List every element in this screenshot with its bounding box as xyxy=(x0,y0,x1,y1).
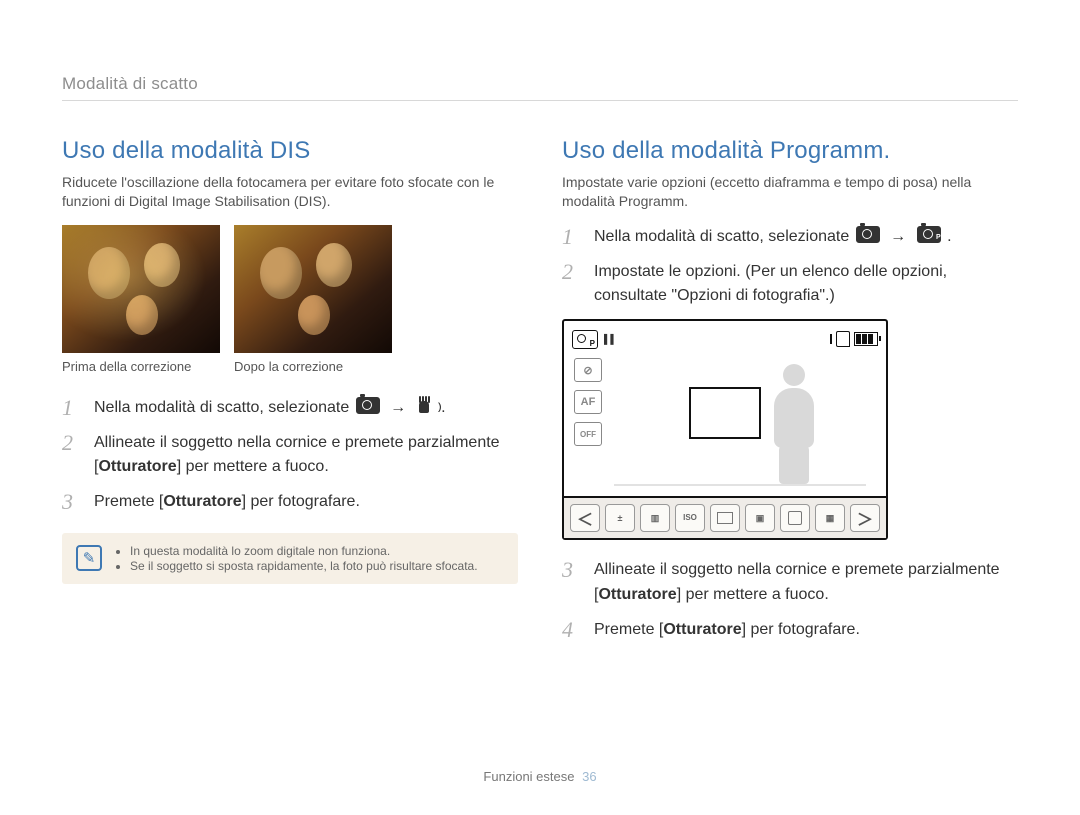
step-prefix: Nella modalità di scatto, selezionate xyxy=(94,399,354,416)
rec-indicator-icon: ▌▌ xyxy=(604,334,617,344)
right-intro: Impostate varie opzioni (eccetto diafram… xyxy=(562,173,1018,211)
left-title: Uso della modalità DIS xyxy=(62,137,518,165)
shutter-label: Otturatore xyxy=(598,586,676,603)
battery-icon xyxy=(854,332,878,346)
battery-status xyxy=(830,331,878,347)
note-item: Se il soggetto si sposta rapidamente, la… xyxy=(130,559,478,573)
step-text: Nella modalità di scatto, selezionate → … xyxy=(594,225,952,250)
toolbar-iso-icon: ISO xyxy=(675,504,705,532)
mode-badge-icon: P xyxy=(572,330,598,349)
camera-icon xyxy=(356,397,380,414)
photo-after xyxy=(234,225,392,353)
shutter-label: Otturatore xyxy=(663,621,741,638)
left-step-3: 3 Premete [Otturatore] per fotografare. xyxy=(62,490,518,515)
left-step-2: 2 Allineate il soggetto nella cornice e … xyxy=(62,431,518,481)
lcd-statusbar: P ▌▌ xyxy=(564,321,886,352)
step-text: Premete [Otturatore] per fotografare. xyxy=(594,618,860,643)
note-box: ✎ In questa modalità lo zoom digitale no… xyxy=(62,533,518,584)
af-mode-icon: AF xyxy=(574,390,602,414)
step-text: Nella modalità di scatto, selezionate → … xyxy=(94,396,446,421)
step-suffix: . xyxy=(441,399,445,416)
toolbar-focus-icon: ▦ xyxy=(815,504,845,532)
step-text: Allineate il soggetto nella cornice e pr… xyxy=(94,431,518,481)
step-text: Allineate il soggetto nella cornice e pr… xyxy=(594,558,1018,608)
toolbar-size-icon xyxy=(710,504,740,532)
step-number: 2 xyxy=(562,260,580,284)
note-icon: ✎ xyxy=(76,545,102,571)
footer-label: Funzioni estese xyxy=(483,769,574,784)
lcd-toolbar: ＜ ± ▥ ISO ▣ ▦ ＞ xyxy=(564,496,886,538)
page-number: 36 xyxy=(582,769,596,784)
left-step-1: 1 Nella modalità di scatto, selezionate … xyxy=(62,396,518,421)
photo-before xyxy=(62,225,220,353)
note-item: In questa modalità lo zoom digitale non … xyxy=(130,544,478,558)
step-text: Impostate le opzioni. (Per un elenco del… xyxy=(594,260,1018,310)
right-steps-bottom: 3 Allineate il soggetto nella cornice e … xyxy=(562,558,1018,642)
step-number: 1 xyxy=(562,225,580,249)
left-intro: Riducete l'oscillazione della fotocamera… xyxy=(62,173,518,211)
subject-silhouette-icon xyxy=(764,364,824,484)
caption-before: Prima della correzione xyxy=(62,359,220,374)
right-steps-top: 1 Nella modalità di scatto, selezionate … xyxy=(562,225,1018,309)
right-title: Uso della modalità Programm. xyxy=(562,137,1018,165)
breadcrumb: Modalità di scatto xyxy=(62,74,1018,101)
step-suffix: . xyxy=(947,228,951,245)
lcd-viewfinder: ⊘ AF OFF xyxy=(564,352,886,496)
page: Modalità di scatto Uso della modalità DI… xyxy=(0,0,1080,815)
right-step-1: 1 Nella modalità di scatto, selezionate … xyxy=(562,225,1018,250)
toolbar-drive-icon: ▣ xyxy=(745,504,775,532)
photo-row xyxy=(62,225,518,353)
caption-after: Dopo la correzione xyxy=(234,359,392,374)
shutter-label: Otturatore xyxy=(163,493,241,510)
left-column: Uso della modalità DIS Riducete l'oscill… xyxy=(62,137,518,653)
sd-card-icon xyxy=(836,331,850,347)
flash-off-icon: ⊘ xyxy=(574,358,602,382)
toolbar-face-icon xyxy=(780,504,810,532)
camera-p-icon: P xyxy=(917,226,941,243)
timer-off-icon: OFF xyxy=(574,422,602,446)
toolbar-ev-icon: ± xyxy=(605,504,635,532)
note-list: In questa modalità lo zoom digitale non … xyxy=(116,543,478,574)
step-number: 3 xyxy=(62,490,80,514)
step-text: Premete [Otturatore] per fotografare. xyxy=(94,490,360,515)
right-step-2: 2 Impostate le opzioni. (Per un elenco d… xyxy=(562,260,1018,310)
footer: Funzioni estese 36 xyxy=(0,769,1080,784)
right-column: Uso della modalità Programm. Impostate v… xyxy=(562,137,1018,653)
right-step-3: 3 Allineate il soggetto nella cornice e … xyxy=(562,558,1018,608)
step-number: 3 xyxy=(562,558,580,582)
step-number: 2 xyxy=(62,431,80,455)
photo-captions: Prima della correzione Dopo la correzion… xyxy=(62,359,518,374)
toolbar-next-icon: ＞ xyxy=(850,504,880,532)
step-number: 1 xyxy=(62,396,80,420)
shutter-label: Otturatore xyxy=(98,458,176,475)
arrow-icon: → xyxy=(386,399,410,416)
focus-frame-icon xyxy=(689,387,761,439)
step-prefix: Nella modalità di scatto, selezionate xyxy=(594,228,854,245)
right-step-4: 4 Premete [Otturatore] per fotografare. xyxy=(562,618,1018,643)
camera-icon xyxy=(856,226,880,243)
hand-stabilize-icon: )) xyxy=(417,398,435,416)
toolbar-wb-icon: ▥ xyxy=(640,504,670,532)
arrow-icon: → xyxy=(886,228,910,245)
toolbar-prev-icon: ＜ xyxy=(570,504,600,532)
step-number: 4 xyxy=(562,618,580,642)
left-steps: 1 Nella modalità di scatto, selezionate … xyxy=(62,396,518,515)
columns: Uso della modalità DIS Riducete l'oscill… xyxy=(62,137,1018,653)
lcd-side-icons: ⊘ AF OFF xyxy=(574,358,602,446)
lcd-preview: P ▌▌ ⊘ AF OFF xyxy=(562,319,888,540)
